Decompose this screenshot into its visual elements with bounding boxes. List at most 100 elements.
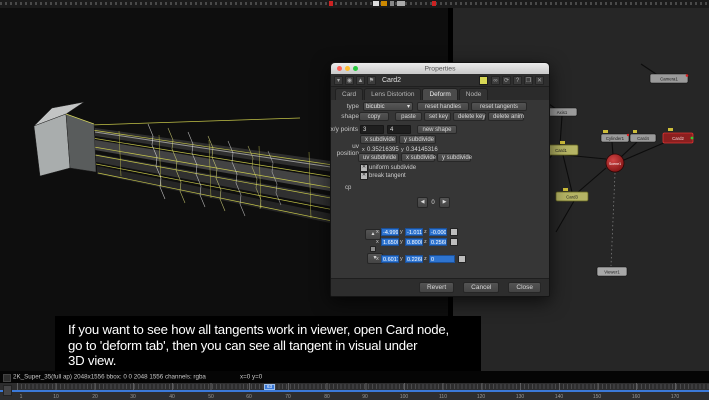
tangent-r2-anim-toggle[interactable] xyxy=(450,238,458,246)
x-subdivide-button[interactable]: x subdivide xyxy=(360,135,397,144)
paste-button[interactable]: paste xyxy=(395,112,422,121)
xy-points-label: x/y points xyxy=(330,126,358,133)
node-flag-icon xyxy=(603,130,608,133)
ruler-marker-red-icon xyxy=(329,1,333,6)
node-camera[interactable]: Camera1 xyxy=(650,74,688,83)
z-axis-label: z xyxy=(424,239,427,245)
break-tangent-label: break tangent xyxy=(369,173,406,179)
x-axis-label: x xyxy=(376,239,379,245)
uv-x-value[interactable]: 0.35216395 xyxy=(367,147,399,153)
y-subdivide-button[interactable]: y subdivide xyxy=(399,135,436,144)
tangent-r2-y-field[interactable]: 0.80000001 xyxy=(405,238,423,246)
ruler-marker-red2-icon xyxy=(432,1,436,6)
tab-bar: Card Lens Distortion Deform Node xyxy=(331,87,549,101)
node-flag-icon xyxy=(633,130,637,133)
float-panel-icon[interactable]: ▲ xyxy=(356,76,365,85)
new-shape-button[interactable]: new shape xyxy=(417,125,457,134)
break-tangent-checkbox[interactable]: ✕ xyxy=(360,172,368,180)
svg-text:50: 50 xyxy=(208,394,214,400)
link-icon[interactable]: ∞ xyxy=(491,76,500,85)
svg-text:80: 80 xyxy=(324,394,330,400)
tab-deform[interactable]: Deform xyxy=(422,88,457,100)
y-axis-label: y xyxy=(400,256,403,262)
reset-handles-button[interactable]: reset handles xyxy=(417,102,469,111)
node-name-field[interactable]: Card2 xyxy=(382,77,476,84)
svg-text:120: 120 xyxy=(477,394,486,400)
uv-x-label: x xyxy=(362,147,365,153)
next-cp-button[interactable]: ▶ xyxy=(439,197,450,208)
timeline-bar[interactable]: 63 1 10 20 30 40 50 60 70 80 90 100 110 … xyxy=(0,383,709,400)
svg-text:170: 170 xyxy=(671,394,680,400)
deform-tab-content: type bicubic ▾ reset handles reset tange… xyxy=(331,100,549,279)
tab-card[interactable]: Card xyxy=(335,88,363,100)
svg-text:Card4: Card4 xyxy=(637,136,649,141)
shape-label: shape xyxy=(331,113,359,120)
top-frame-ruler[interactable] xyxy=(0,0,709,8)
timeline-playhead[interactable]: 63 xyxy=(264,384,275,390)
close-button[interactable]: Close xyxy=(508,282,541,293)
format-icon xyxy=(3,374,11,382)
tab-lens-distortion[interactable]: Lens Distortion xyxy=(364,88,421,100)
ruler-marker-gray-icon xyxy=(390,1,394,6)
center-node-icon[interactable]: ◉ xyxy=(345,76,354,85)
uv-y-value[interactable]: 0.34145316 xyxy=(406,147,438,153)
uniform-subdivide-label: uniform subdivide xyxy=(369,165,416,171)
x-subdivide2-button[interactable]: x subdivide xyxy=(401,153,435,162)
properties-titlebar[interactable]: Properties xyxy=(331,63,549,74)
revert-button[interactable]: Revert xyxy=(419,282,454,293)
node-flag-icon xyxy=(563,188,568,191)
copy-button[interactable]: copy xyxy=(359,112,389,121)
svg-text:Cylinder1: Cylinder1 xyxy=(606,136,625,141)
tangent-r3-y-field[interactable]: 0.22686273 xyxy=(405,255,423,263)
tab-node[interactable]: Node xyxy=(459,88,489,100)
uv-subdivide-button[interactable]: uv subdivide xyxy=(358,153,399,162)
svg-text:60: 60 xyxy=(246,394,252,400)
x-axis-label: x xyxy=(376,256,379,262)
y-points-field[interactable]: 4 xyxy=(387,125,411,134)
float-window-icon[interactable]: ❐ xyxy=(524,76,533,85)
mac-close-button[interactable] xyxy=(337,66,342,71)
cancel-button[interactable]: Cancel xyxy=(463,282,499,293)
set-key-button[interactable]: set key xyxy=(424,112,451,121)
node-axis[interactable]: Axis1 xyxy=(547,108,577,116)
svg-text:1: 1 xyxy=(20,394,23,400)
node-color-swatch[interactable] xyxy=(479,76,488,85)
properties-window[interactable]: Properties ▾ ◉ ▲ ⚑ Card2 ∞ ⟳ ? ❐ ✕ Card … xyxy=(330,62,550,297)
delete-anim-button[interactable]: delete anim xyxy=(488,112,524,121)
tangent-r2-x-field[interactable]: 1.65002200 xyxy=(381,238,399,246)
tangent-link-dot[interactable] xyxy=(370,246,376,252)
tangent-r3-z-field[interactable]: 0 xyxy=(429,255,455,263)
type-dropdown[interactable]: bicubic ▾ xyxy=(363,102,413,111)
svg-text:140: 140 xyxy=(555,394,564,400)
svg-text:150: 150 xyxy=(593,394,602,400)
svg-text:20: 20 xyxy=(92,394,98,400)
svg-text:100: 100 xyxy=(400,394,409,400)
reset-tangents-button[interactable]: reset tangents xyxy=(471,102,527,111)
prev-cp-button[interactable]: ◀ xyxy=(417,197,428,208)
caption-line-3: 3D view. xyxy=(68,353,481,369)
stack-toggle-icon[interactable]: ▾ xyxy=(334,76,343,85)
tangent-r2-z-field[interactable]: 0.25603407 xyxy=(429,238,447,246)
bookmark-icon[interactable]: ⚑ xyxy=(367,76,376,85)
ruler-marker-orange-icon xyxy=(381,1,387,6)
y-subdivide2-button[interactable]: y subdivide xyxy=(437,153,471,162)
node-viewer[interactable]: Viewer1 xyxy=(597,267,627,276)
svg-text:110: 110 xyxy=(439,394,447,400)
help-icon[interactable]: ? xyxy=(513,76,522,85)
node-flag-icon xyxy=(668,128,673,131)
x-points-field[interactable]: 3 xyxy=(360,125,384,134)
application-window: Camera1 Axis1 Card1 Card3 Cylinder1 xyxy=(0,0,709,400)
tangent-r3-anim-toggle[interactable] xyxy=(458,255,466,263)
tangent-r1-z-field[interactable]: -0.0000005 xyxy=(429,228,447,236)
delete-key-button[interactable]: delete key xyxy=(453,112,486,121)
panel-close-icon[interactable]: ✕ xyxy=(535,76,544,85)
ruler-marker-gray2-icon xyxy=(397,1,405,6)
tangent-r1-anim-toggle[interactable] xyxy=(450,228,458,236)
refresh-icon[interactable]: ⟳ xyxy=(502,76,511,85)
tangent-r3-x-field[interactable]: 0.60174042 xyxy=(381,255,399,263)
node-scene[interactable]: Scene1 xyxy=(606,154,624,172)
tangent-r1-x-field[interactable]: -4.9999494 xyxy=(381,228,399,236)
tangent-r1-y-field[interactable]: -1.0110113 xyxy=(405,228,423,236)
cp-index-value: 0 xyxy=(429,200,437,206)
uv-y-label: y xyxy=(401,147,404,153)
